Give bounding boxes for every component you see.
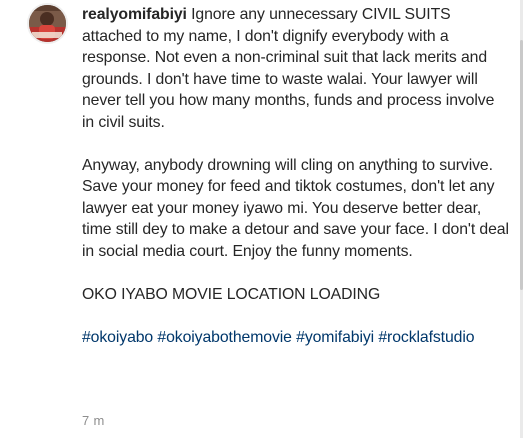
scrollbar-thumb[interactable] (520, 40, 523, 290)
hashtag-link[interactable]: #okoiyabothemovie (157, 329, 292, 346)
instagram-comment: realyomifabiyi Ignore any unnecessary CI… (0, 0, 524, 438)
caption-paragraph-2: Anyway, anybody drowning will cling on a… (82, 156, 509, 260)
caption-paragraph-3: OKO IYABO MOVIE LOCATION LOADING (82, 285, 381, 303)
post-timestamp[interactable]: 7 m (82, 413, 105, 428)
caption-text-1: Ignore any unnecessary CIVIL SUITS attac… (82, 6, 495, 131)
profile-avatar-icon (29, 5, 66, 42)
avatar[interactable] (27, 3, 68, 44)
post-caption: realyomifabiyi Ignore any unnecessary CI… (82, 4, 510, 348)
hashtag-list: #okoiyabo #okoiyabothemovie #yomifabiyi … (82, 327, 510, 349)
caption-paragraph-1: realyomifabiyi Ignore any unnecessary CI… (82, 4, 510, 133)
username-link[interactable]: realyomifabiyi (82, 6, 187, 23)
hashtag-link[interactable]: #okoiyabo (82, 329, 153, 346)
hashtag-link[interactable]: #rocklafstudio (378, 329, 474, 346)
hashtag-link[interactable]: #yomifabiyi (296, 329, 374, 346)
